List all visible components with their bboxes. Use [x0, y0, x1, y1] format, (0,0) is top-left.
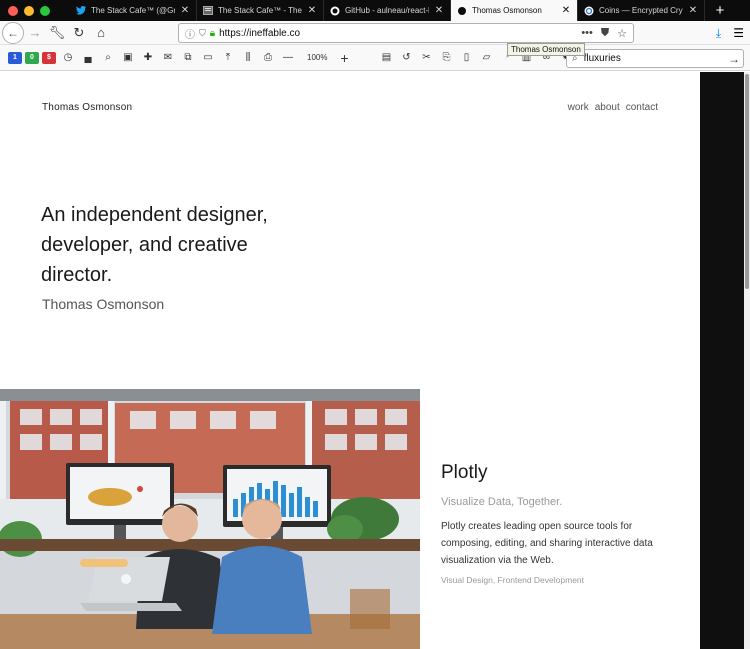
dark-side-panel [700, 72, 744, 649]
clock-icon[interactable]: ◷ [59, 49, 77, 67]
search-input[interactable]: fluxuries [584, 53, 719, 64]
extensions-toolbar: 1 0 $ ◷ ▄ ⌕ ▣ ✚ ✉ ⧉ ▭ ⤒ ⫼ ⎙ — 100% + ▤ ↺… [0, 45, 750, 71]
zoom-out-icon[interactable]: — [279, 49, 297, 67]
extension-badge-icon[interactable]: 0 [25, 51, 39, 64]
project-tagline: Visualize Data, Together. [441, 496, 563, 508]
close-tab-icon[interactable]: ✕ [434, 5, 444, 16]
new-tab-button[interactable]: + [705, 0, 735, 21]
tab-strip: The Stack Cafe™ (@Grid ✕ The Stack Cafe™… [0, 0, 750, 21]
site-brand[interactable]: Thomas Osmonson [42, 102, 132, 113]
chat-icon[interactable]: ▭ [199, 49, 217, 67]
back-button[interactable]: ← [2, 21, 24, 44]
scroll-thumb[interactable] [745, 74, 749, 289]
lock-icon[interactable]: 🔒︎ [210, 28, 215, 39]
web-page: Thomas Osmonson work about contact An in… [0, 72, 700, 649]
open-folder-icon[interactable]: ▱ [477, 49, 495, 67]
tools-button[interactable]: 🔧︎ [46, 22, 68, 44]
tab-github[interactable]: GitHub - aulneau/react-li ✕ [324, 0, 451, 21]
search-go-icon[interactable]: → [725, 52, 743, 66]
reader-icon[interactable]: ▣ [119, 49, 137, 67]
wrench-icon: 🔧︎ [48, 24, 66, 40]
extension-badge-icon[interactable]: $ [42, 51, 56, 64]
dot-icon [457, 6, 467, 16]
screenshot-icon[interactable]: ⧉ [179, 49, 197, 67]
window-controls [0, 0, 70, 21]
arrow-right-icon: → [28, 25, 42, 40]
project-services: Visual Design, Frontend Development [441, 575, 585, 585]
search-bar[interactable]: ⌕ fluxuries → [566, 49, 744, 68]
cut-icon[interactable]: ✂ [417, 49, 435, 67]
zoom-level[interactable]: 100% [307, 53, 327, 62]
pocket-icon[interactable]: ⛊ [601, 27, 609, 40]
coin-icon [584, 6, 594, 16]
forward-button[interactable]: → [24, 22, 46, 44]
search-icon[interactable]: ⌕ [99, 49, 117, 67]
reload-button[interactable]: ↻ [68, 22, 90, 44]
hero-headline: An independent designer, developer, and … [41, 204, 268, 286]
github-icon [330, 6, 340, 16]
tab-label: The Stack Cafe™ (@Grid [91, 6, 175, 15]
arrow-left-icon: ← [7, 25, 19, 40]
close-window-button[interactable] [8, 5, 18, 16]
menu-item-contact[interactable]: contact [626, 102, 658, 113]
print-icon[interactable]: ⎙ [259, 49, 277, 67]
hamburger-menu-icon[interactable]: ☰ [733, 26, 744, 40]
mail-icon[interactable]: ✉ [159, 49, 177, 67]
home-icon: ⌂ [97, 25, 105, 40]
tab-label: Coins — Encrypted Crypt [599, 6, 683, 15]
history-icon[interactable]: ↺ [397, 49, 415, 67]
page-icon [203, 6, 213, 16]
menu-item-work[interactable]: work [568, 102, 589, 113]
minimize-window-button[interactable] [24, 5, 34, 16]
project-title[interactable]: Plotly [441, 462, 487, 484]
hero-subtitle: Thomas Osmonson [42, 296, 165, 312]
tab-coins[interactable]: Coins — Encrypted Crypt ✕ [578, 0, 705, 21]
download-icon[interactable]: ⤓ [716, 26, 721, 41]
tab-thomas-osmonson[interactable]: Thomas Osmonson ✕ [451, 0, 578, 21]
tab-tooltip: Thomas Osmonson [507, 43, 585, 56]
puzzle-icon[interactable]: ✚ [139, 49, 157, 67]
page-scrollbar[interactable] [744, 72, 750, 649]
download-tray-icon[interactable]: ⤒ [219, 49, 237, 67]
zoom-in-icon[interactable]: + [335, 49, 353, 67]
info-icon[interactable]: ⓘ [185, 26, 195, 41]
copy-icon[interactable]: ⎘ [437, 49, 455, 67]
close-tab-icon[interactable]: ✕ [561, 5, 571, 16]
reload-icon: ↻ [73, 24, 85, 40]
clipboard-icon[interactable]: ▯ [457, 49, 475, 67]
project-photo[interactable] [0, 389, 420, 649]
tab-twitter[interactable]: The Stack Cafe™ (@Grid ✕ [70, 0, 197, 21]
twitter-icon [76, 6, 86, 16]
close-tab-icon[interactable]: ✕ [688, 5, 698, 16]
office-photo-illustration [0, 389, 420, 649]
tab-label: The Stack Cafe™ - The S [218, 6, 302, 15]
site-menu: work about contact [568, 102, 658, 113]
extension-badge-icon[interactable]: 1 [8, 51, 22, 64]
home-button[interactable]: ⌂ [90, 22, 112, 44]
folder-icon[interactable]: ▤ [377, 49, 395, 67]
page-actions-icon[interactable]: ••• [581, 27, 593, 40]
close-tab-icon[interactable]: ✕ [307, 5, 317, 16]
menu-item-about[interactable]: about [595, 102, 620, 113]
address-bar[interactable]: ⓘ ⛉ 🔒︎ https://ineffable.co ••• ⛊ ☆ [178, 23, 634, 43]
navigation-bar: ← → 🔧︎ ↻ ⌂ ⓘ ⛉ 🔒︎ https://ineffable.co •… [0, 21, 750, 56]
library-icon[interactable]: ⫼ [239, 49, 257, 67]
shield-icon[interactable]: ⛉ [199, 28, 206, 39]
tab-label: Thomas Osmonson [472, 6, 542, 15]
tab-stack-cafe[interactable]: The Stack Cafe™ - The S ✕ [197, 0, 324, 21]
close-tab-icon[interactable]: ✕ [180, 5, 190, 16]
project-description: Plotly creates leading open source tools… [441, 521, 653, 566]
url-text[interactable]: https://ineffable.co [219, 28, 577, 39]
tab-label: GitHub - aulneau/react-li [345, 6, 429, 15]
hat-icon[interactable]: ▄ [79, 49, 97, 67]
maximize-window-button[interactable] [40, 5, 50, 16]
bookmark-star-icon[interactable]: ☆ [617, 27, 627, 40]
